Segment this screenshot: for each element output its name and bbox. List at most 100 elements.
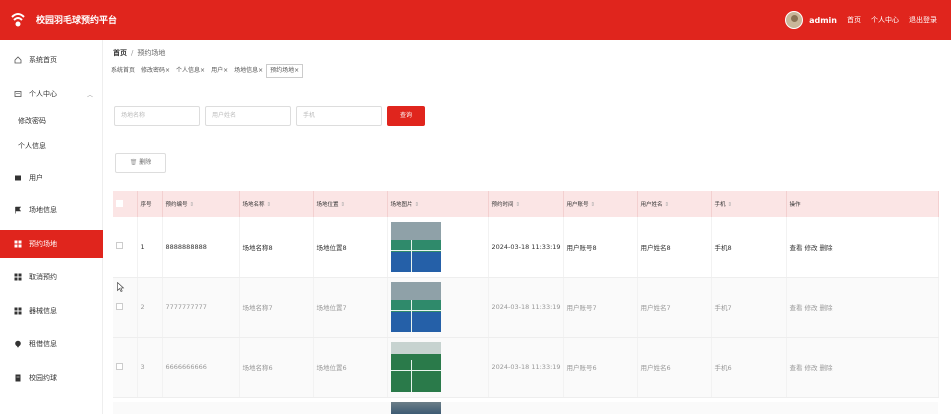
table-row-partial bbox=[113, 402, 938, 414]
cell-venue-image bbox=[387, 337, 489, 398]
sidebar-item-personal-info[interactable]: 个人信息 bbox=[18, 141, 46, 151]
sidebar-item-cancel-reservation[interactable]: 取消预约 bbox=[0, 263, 103, 291]
chevron-up-icon: ︿ bbox=[86, 91, 93, 99]
view-link[interactable]: 查看 bbox=[790, 244, 803, 252]
cell-reserve-time: 2024-03-18 11:33:19 bbox=[488, 217, 564, 278]
col-reserve-time[interactable]: 预约时间 ⇕ bbox=[488, 191, 564, 217]
venue-thumbnail[interactable] bbox=[390, 282, 441, 332]
cell-account: 用户账号7 bbox=[563, 277, 638, 338]
col-phone[interactable]: 手机 ⇕ bbox=[711, 191, 787, 217]
select-all-checkbox[interactable] bbox=[113, 191, 138, 217]
sort-icon[interactable]: ⇕ bbox=[516, 202, 521, 208]
col-index: 序号 bbox=[137, 191, 163, 217]
venue-thumbnail[interactable] bbox=[390, 342, 441, 392]
trash-icon: 🗑 bbox=[129, 159, 138, 166]
sidebar-item-venue-info[interactable]: 场地信息 bbox=[0, 196, 103, 224]
delete-link[interactable]: 删除 bbox=[820, 244, 833, 252]
avatar[interactable] bbox=[785, 11, 804, 29]
cell-username: 用户姓名6 bbox=[637, 337, 712, 398]
venue-name-input[interactable]: 场地名称 bbox=[114, 106, 200, 126]
cell-venue-location: 场地位置7 bbox=[313, 277, 388, 338]
breadcrumb-home[interactable]: 首页 bbox=[113, 49, 127, 57]
doc-icon bbox=[15, 374, 21, 382]
sidebar-item-label: 器械信息 bbox=[29, 307, 57, 315]
tab-personal-info[interactable]: 个人信息× bbox=[173, 64, 208, 78]
sidebar-item-label: 取消预约 bbox=[29, 273, 57, 281]
tab-users[interactable]: 用户× bbox=[208, 64, 231, 78]
tab-venue-info[interactable]: 场地信息× bbox=[231, 64, 266, 78]
sort-icon[interactable]: ⇕ bbox=[728, 202, 733, 208]
col-venue-location[interactable]: 场地位置 ⇕ bbox=[313, 191, 388, 217]
edit-link[interactable]: 修改 bbox=[805, 304, 818, 312]
venue-thumbnail[interactable] bbox=[391, 402, 441, 414]
cell-actions: 查看 修改 删除 bbox=[786, 217, 939, 278]
row-checkbox[interactable] bbox=[113, 217, 138, 278]
header-link-home[interactable]: 首页 bbox=[847, 15, 861, 25]
sort-icon[interactable]: ⇕ bbox=[415, 202, 420, 208]
sort-icon[interactable]: ⇕ bbox=[665, 202, 670, 208]
grid-icon bbox=[14, 240, 22, 248]
sidebar-item-rental-info[interactable]: 租借信息 bbox=[0, 330, 103, 358]
sort-icon[interactable]: ⇕ bbox=[190, 202, 195, 208]
edit-link[interactable]: 修改 bbox=[805, 364, 818, 372]
cell-venue-name: 场地名称7 bbox=[239, 277, 314, 338]
sidebar-item-reserve-venue[interactable]: 预约场地 bbox=[0, 230, 103, 258]
user-name-input[interactable]: 用户姓名 bbox=[205, 106, 291, 126]
cell-actions: 查看 修改 删除 bbox=[786, 337, 939, 398]
cell-phone: 手机7 bbox=[711, 277, 787, 338]
flag-icon bbox=[15, 206, 22, 214]
cell-account: 用户账号8 bbox=[563, 217, 638, 278]
sidebar-item-campus-match[interactable]: 校园约球 bbox=[0, 364, 103, 392]
top-header: 校园羽毛球预约平台 admin 首页 个人中心 退出登录 bbox=[0, 0, 951, 40]
view-link[interactable]: 查看 bbox=[790, 364, 803, 372]
cell-venue-image bbox=[387, 277, 489, 338]
col-label: 场地位置 bbox=[316, 202, 339, 208]
sort-icon[interactable]: ⇕ bbox=[591, 202, 596, 208]
cell-venue-location: 场地位置8 bbox=[313, 217, 388, 278]
tab-home[interactable]: 系统首页 bbox=[108, 64, 138, 78]
sidebar-item-profile-center[interactable]: 个人中心 ︿ bbox=[0, 80, 103, 108]
sidebar-item-home[interactable]: 系统首页 bbox=[0, 46, 103, 74]
breadcrumb: 首页 / 预约场地 bbox=[113, 48, 165, 58]
sort-icon[interactable]: ⇕ bbox=[267, 202, 272, 208]
sidebar-item-equipment-info[interactable]: 器械信息 bbox=[0, 297, 103, 325]
cell-code: 6666666666 bbox=[162, 337, 240, 398]
col-account[interactable]: 用户账号 ⇕ bbox=[563, 191, 638, 217]
tab-reserve-venue[interactable]: 预约场地× bbox=[266, 64, 304, 78]
table-header-row: 序号 预约编号 ⇕ 场地名称 ⇕ 场地位置 ⇕ 场地图片 ⇕ 预约时间 ⇕ 用户账号 ⇕ 用… bbox=[113, 191, 939, 217]
phone-input[interactable]: 手机 bbox=[296, 106, 382, 126]
tab-change-password[interactable]: 修改密码× bbox=[138, 64, 173, 78]
edit-link[interactable]: 修改 bbox=[805, 244, 818, 252]
cell-actions: 查看 修改 删除 bbox=[786, 277, 939, 338]
sidebar-item-label: 系统首页 bbox=[29, 56, 57, 64]
col-code[interactable]: 预约编号 ⇕ bbox=[162, 191, 240, 217]
col-label: 用户账号 bbox=[566, 202, 589, 208]
delete-link[interactable]: 删除 bbox=[820, 364, 833, 372]
breadcrumb-separator: / bbox=[131, 49, 134, 57]
col-label: 预约时间 bbox=[491, 202, 514, 208]
delete-button-label: 删除 bbox=[139, 159, 152, 166]
sidebar-item-users[interactable]: 用户 bbox=[0, 164, 103, 192]
sidebar-item-label: 用户 bbox=[29, 174, 43, 182]
sort-icon[interactable]: ⇕ bbox=[341, 202, 346, 208]
cell-index: 2 bbox=[137, 277, 163, 338]
profile-icon bbox=[14, 91, 22, 97]
cell-index: 3 bbox=[137, 337, 163, 398]
col-venue-image[interactable]: 场地图片 ⇕ bbox=[387, 191, 489, 217]
delete-button[interactable]: 🗑 删除 bbox=[115, 153, 166, 173]
cell-code: 7777777777 bbox=[162, 277, 240, 338]
header-link-profile[interactable]: 个人中心 bbox=[871, 15, 899, 25]
search-button[interactable]: 查询 bbox=[387, 106, 425, 126]
col-venue-name[interactable]: 场地名称 ⇕ bbox=[239, 191, 314, 217]
venue-thumbnail[interactable] bbox=[390, 221, 441, 272]
view-link[interactable]: 查看 bbox=[790, 304, 803, 312]
sidebar-item-label: 租借信息 bbox=[29, 340, 57, 348]
delete-link[interactable]: 删除 bbox=[820, 304, 833, 312]
sidebar-item-label: 场地信息 bbox=[29, 206, 57, 214]
header-link-logout[interactable]: 退出登录 bbox=[909, 15, 937, 25]
cell-venue-location: 场地位置6 bbox=[313, 337, 388, 398]
tab-bar: 系统首页 修改密码× 个人信息× 用户× 场地信息× 预约场地× bbox=[108, 64, 304, 78]
sidebar-item-change-password[interactable]: 修改密码 bbox=[18, 116, 46, 126]
row-checkbox[interactable] bbox=[113, 337, 138, 398]
col-username[interactable]: 用户姓名 ⇕ bbox=[637, 191, 712, 217]
